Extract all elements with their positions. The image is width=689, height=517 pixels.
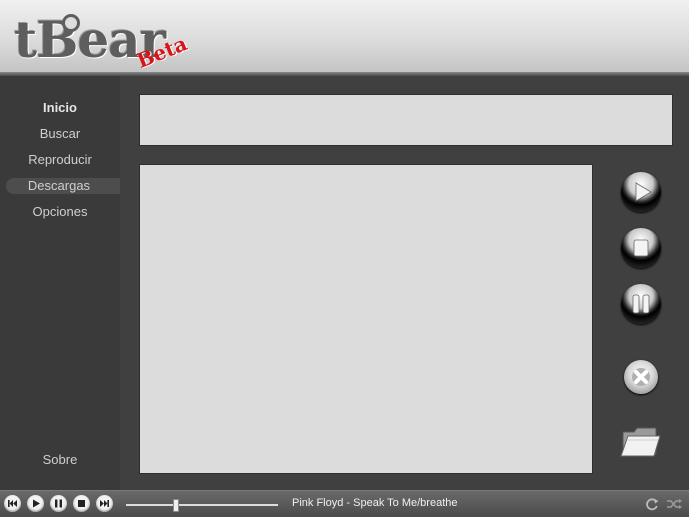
download-info-panel [139, 94, 673, 146]
sidebar-item-buscar[interactable]: Buscar [0, 126, 120, 142]
previous-button[interactable] [4, 495, 21, 512]
pause-small-button[interactable] [50, 495, 67, 512]
previous-icon [8, 500, 17, 507]
sidebar-item-opciones[interactable]: Opciones [0, 204, 120, 220]
stop-small-button[interactable] [73, 495, 90, 512]
now-playing-label: Pink Floyd - Speak To Me/breathe [292, 497, 458, 509]
play-button[interactable] [621, 172, 661, 212]
pause-button[interactable] [621, 284, 661, 324]
cancel-button[interactable] [624, 360, 658, 394]
pause-icon [632, 294, 650, 314]
stop-icon [633, 239, 649, 257]
stop-icon [78, 500, 85, 507]
open-folder-button[interactable] [620, 424, 662, 460]
repeat-icon[interactable] [644, 496, 660, 512]
downloads-list[interactable] [139, 164, 593, 474]
seek-thumb[interactable] [173, 499, 179, 512]
sidebar-item-inicio[interactable]: Inicio [0, 100, 120, 116]
sidebar-item-sobre[interactable]: Sobre [0, 452, 120, 468]
next-button[interactable] [96, 495, 113, 512]
play-icon [33, 499, 40, 508]
play-icon [635, 182, 652, 202]
gear-icon [62, 14, 80, 32]
player-bar: Pink Floyd - Speak To Me/breathe [0, 490, 689, 517]
folder-icon [620, 427, 661, 457]
sidebar: Inicio Buscar Reproducir Descargas Opcio… [0, 76, 121, 490]
cancel-icon [632, 368, 650, 386]
seek-bar[interactable] [126, 504, 278, 506]
sidebar-item-label: Descargas [27, 178, 91, 193]
app-header: tBear Beta [0, 0, 689, 73]
pause-icon [55, 499, 62, 508]
next-icon [100, 500, 109, 507]
shuffle-icon[interactable] [666, 496, 682, 512]
sidebar-item-descargas[interactable]: Descargas [6, 178, 120, 194]
sidebar-item-reproducir[interactable]: Reproducir [0, 152, 120, 168]
stop-button[interactable] [621, 228, 661, 268]
play-small-button[interactable] [27, 495, 44, 512]
